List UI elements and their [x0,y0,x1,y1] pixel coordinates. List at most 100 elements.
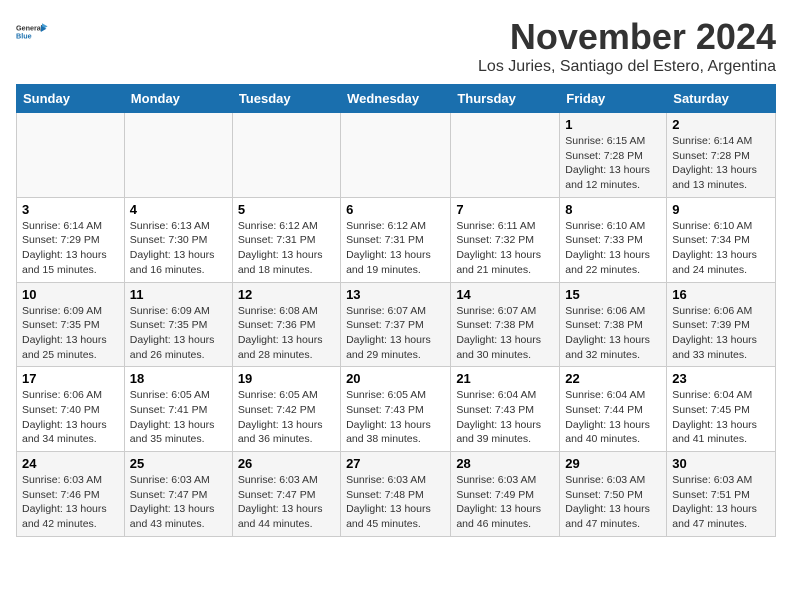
calendar-cell: 14 Sunrise: 6:07 AM Sunset: 7:38 PM Dayli… [451,282,560,367]
day-info: Sunrise: 6:11 AM Sunset: 7:32 PM Dayligh… [456,219,554,278]
day-info: Sunrise: 6:12 AM Sunset: 7:31 PM Dayligh… [238,219,335,278]
calendar-cell: 28 Sunrise: 6:03 AM Sunset: 7:49 PM Dayli… [451,452,560,537]
day-number: 22 [565,371,661,386]
title-area: November 2024 Los Juries, Santiago del E… [478,16,776,76]
day-number: 27 [346,456,445,471]
day-number: 2 [672,117,770,132]
calendar-cell [232,113,340,198]
day-number: 13 [346,287,445,302]
calendar-cell: 6 Sunrise: 6:12 AM Sunset: 7:31 PM Daylig… [341,197,451,282]
day-info: Sunrise: 6:04 AM Sunset: 7:43 PM Dayligh… [456,388,554,447]
calendar-cell: 26 Sunrise: 6:03 AM Sunset: 7:47 PM Dayli… [232,452,340,537]
day-info: Sunrise: 6:03 AM Sunset: 7:46 PM Dayligh… [22,473,119,532]
day-number: 14 [456,287,554,302]
calendar-cell [451,113,560,198]
day-number: 23 [672,371,770,386]
day-info: Sunrise: 6:08 AM Sunset: 7:36 PM Dayligh… [238,304,335,363]
calendar-cell: 11 Sunrise: 6:09 AM Sunset: 7:35 PM Dayli… [124,282,232,367]
day-number: 10 [22,287,119,302]
calendar-cell: 1 Sunrise: 6:15 AM Sunset: 7:28 PM Daylig… [560,113,667,198]
logo: GeneralBlue [16,16,48,48]
weekday-header-tuesday: Tuesday [232,85,340,113]
calendar-cell: 18 Sunrise: 6:05 AM Sunset: 7:41 PM Dayli… [124,367,232,452]
calendar-cell [124,113,232,198]
logo-icon: GeneralBlue [16,16,48,48]
day-number: 17 [22,371,119,386]
calendar-cell: 21 Sunrise: 6:04 AM Sunset: 7:43 PM Dayli… [451,367,560,452]
day-info: Sunrise: 6:03 AM Sunset: 7:51 PM Dayligh… [672,473,770,532]
calendar-cell: 29 Sunrise: 6:03 AM Sunset: 7:50 PM Dayli… [560,452,667,537]
weekday-header-friday: Friday [560,85,667,113]
day-number: 25 [130,456,227,471]
calendar-cell: 16 Sunrise: 6:06 AM Sunset: 7:39 PM Dayli… [667,282,776,367]
calendar-cell: 2 Sunrise: 6:14 AM Sunset: 7:28 PM Daylig… [667,113,776,198]
day-info: Sunrise: 6:13 AM Sunset: 7:30 PM Dayligh… [130,219,227,278]
calendar-cell: 15 Sunrise: 6:06 AM Sunset: 7:38 PM Dayli… [560,282,667,367]
calendar-cell: 20Sunrise: 6:05 AM Sunset: 7:43 PM Dayli… [341,367,451,452]
calendar-cell: 12 Sunrise: 6:08 AM Sunset: 7:36 PM Dayli… [232,282,340,367]
day-number: 18 [130,371,227,386]
day-info: Sunrise: 6:03 AM Sunset: 7:47 PM Dayligh… [130,473,227,532]
day-number: 29 [565,456,661,471]
day-info: Sunrise: 6:06 AM Sunset: 7:40 PM Dayligh… [22,388,119,447]
day-number: 26 [238,456,335,471]
day-number: 16 [672,287,770,302]
calendar-cell: 9 Sunrise: 6:10 AM Sunset: 7:34 PM Daylig… [667,197,776,282]
day-number: 5 [238,202,335,217]
calendar-cell: 5 Sunrise: 6:12 AM Sunset: 7:31 PM Daylig… [232,197,340,282]
day-info: Sunrise: 6:09 AM Sunset: 7:35 PM Dayligh… [22,304,119,363]
day-info: Sunrise: 6:14 AM Sunset: 7:28 PM Dayligh… [672,134,770,193]
calendar-cell: 23 Sunrise: 6:04 AM Sunset: 7:45 PM Dayli… [667,367,776,452]
calendar-cell: 7 Sunrise: 6:11 AM Sunset: 7:32 PM Daylig… [451,197,560,282]
weekday-header-saturday: Saturday [667,85,776,113]
weekday-header-wednesday: Wednesday [341,85,451,113]
day-info: Sunrise: 6:04 AM Sunset: 7:44 PM Dayligh… [565,388,661,447]
day-number: 12 [238,287,335,302]
calendar-cell: 25 Sunrise: 6:03 AM Sunset: 7:47 PM Dayli… [124,452,232,537]
day-info: Sunrise: 6:05 AM Sunset: 7:41 PM Dayligh… [130,388,227,447]
day-info: Sunrise: 6:12 AM Sunset: 7:31 PM Dayligh… [346,219,445,278]
header: GeneralBlue November 2024 Los Juries, Sa… [16,16,776,76]
day-number: 8 [565,202,661,217]
calendar-cell: 27Sunrise: 6:03 AM Sunset: 7:48 PM Dayli… [341,452,451,537]
calendar-cell: 13 Sunrise: 6:07 AM Sunset: 7:37 PM Dayli… [341,282,451,367]
weekday-header-sunday: Sunday [17,85,125,113]
svg-text:Blue: Blue [16,31,32,40]
month-title: November 2024 [478,16,776,58]
day-number: 15 [565,287,661,302]
calendar-cell: 24 Sunrise: 6:03 AM Sunset: 7:46 PM Dayli… [17,452,125,537]
day-number: 24 [22,456,119,471]
calendar-cell: 8 Sunrise: 6:10 AM Sunset: 7:33 PM Daylig… [560,197,667,282]
day-info: Sunrise: 6:10 AM Sunset: 7:33 PM Dayligh… [565,219,661,278]
day-info: Sunrise: 6:05 AM Sunset: 7:42 PM Dayligh… [238,388,335,447]
day-number: 19 [238,371,335,386]
day-info: Sunrise: 6:03 AM Sunset: 7:47 PM Dayligh… [238,473,335,532]
day-info: Sunrise: 6:04 AM Sunset: 7:45 PM Dayligh… [672,388,770,447]
day-info: Sunrise: 6:06 AM Sunset: 7:39 PM Dayligh… [672,304,770,363]
day-number: 3 [22,202,119,217]
day-number: 7 [456,202,554,217]
calendar-cell: 30Sunrise: 6:03 AM Sunset: 7:51 PM Dayli… [667,452,776,537]
day-number: 11 [130,287,227,302]
day-number: 28 [456,456,554,471]
day-number: 1 [565,117,661,132]
day-info: Sunrise: 6:14 AM Sunset: 7:29 PM Dayligh… [22,219,119,278]
day-info: Sunrise: 6:10 AM Sunset: 7:34 PM Dayligh… [672,219,770,278]
calendar-cell: 19 Sunrise: 6:05 AM Sunset: 7:42 PM Dayli… [232,367,340,452]
day-info: Sunrise: 6:07 AM Sunset: 7:38 PM Dayligh… [456,304,554,363]
calendar-cell: 3 Sunrise: 6:14 AM Sunset: 7:29 PM Daylig… [17,197,125,282]
location: Los Juries, Santiago del Estero, Argenti… [478,58,776,76]
day-info: Sunrise: 6:03 AM Sunset: 7:49 PM Dayligh… [456,473,554,532]
day-number: 21 [456,371,554,386]
day-info: Sunrise: 6:15 AM Sunset: 7:28 PM Dayligh… [565,134,661,193]
day-info: Sunrise: 6:03 AM Sunset: 7:50 PM Dayligh… [565,473,661,532]
weekday-header-thursday: Thursday [451,85,560,113]
day-info: Sunrise: 6:06 AM Sunset: 7:38 PM Dayligh… [565,304,661,363]
weekday-header-monday: Monday [124,85,232,113]
day-number: 6 [346,202,445,217]
day-info: Sunrise: 6:07 AM Sunset: 7:37 PM Dayligh… [346,304,445,363]
calendar-cell: 4Sunrise: 6:13 AM Sunset: 7:30 PM Daylig… [124,197,232,282]
day-number: 9 [672,202,770,217]
day-info: Sunrise: 6:09 AM Sunset: 7:35 PM Dayligh… [130,304,227,363]
day-number: 20 [346,371,445,386]
